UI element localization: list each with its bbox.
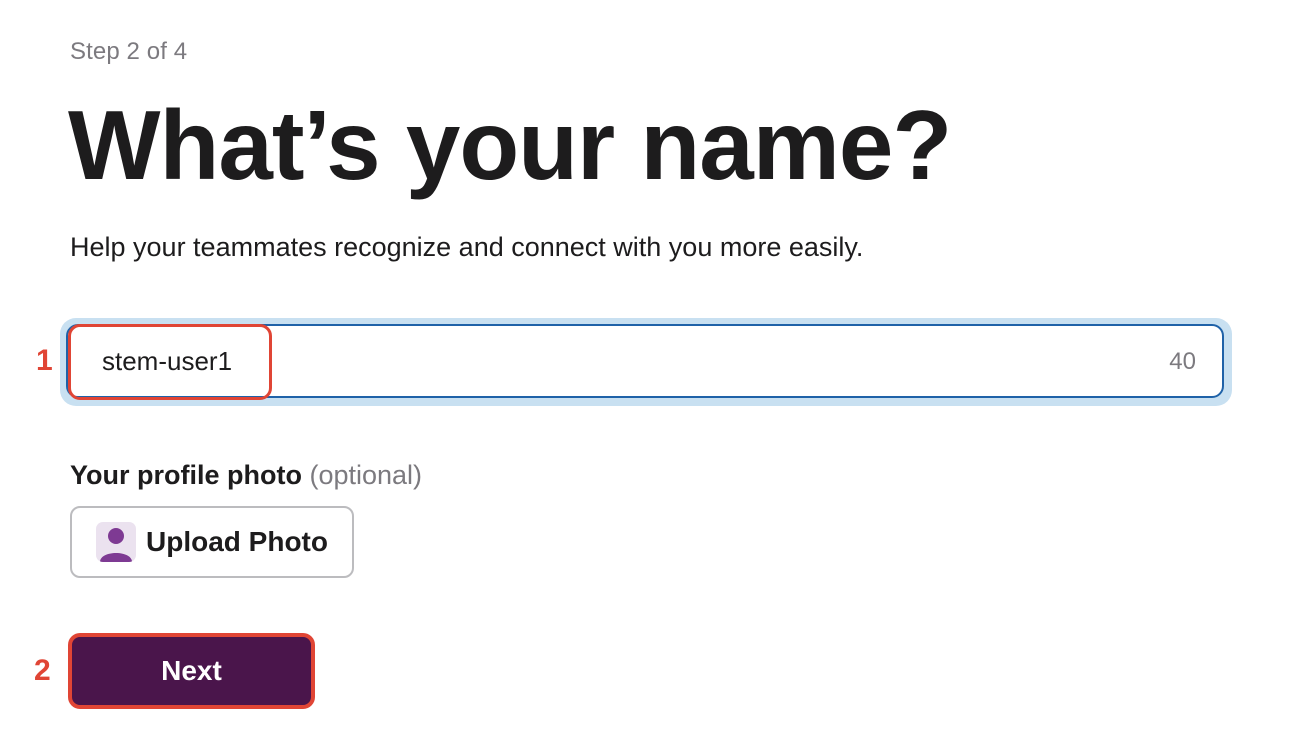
optional-hint: (optional) <box>309 460 423 490</box>
next-button[interactable]: Next <box>68 633 315 709</box>
annotation-number-1: 1 <box>36 344 53 377</box>
upload-photo-label: Upload Photo <box>146 526 328 557</box>
step-indicator: Step 2 of 4 <box>70 38 188 65</box>
profile-photo-label: Your profile photo (optional) <box>70 460 422 491</box>
avatar-icon <box>96 522 136 562</box>
annotation-highlight-1 <box>68 324 272 400</box>
character-count: 40 <box>1169 348 1196 375</box>
page-title: What’s your name? <box>68 90 952 200</box>
upload-photo-button[interactable]: Upload Photo <box>70 506 354 578</box>
profile-photo-title: Your profile photo <box>70 460 302 490</box>
next-button-label: Next <box>161 655 222 686</box>
annotation-number-2: 2 <box>34 654 51 687</box>
page-subtitle: Help your teammates recognize and connec… <box>70 232 864 262</box>
